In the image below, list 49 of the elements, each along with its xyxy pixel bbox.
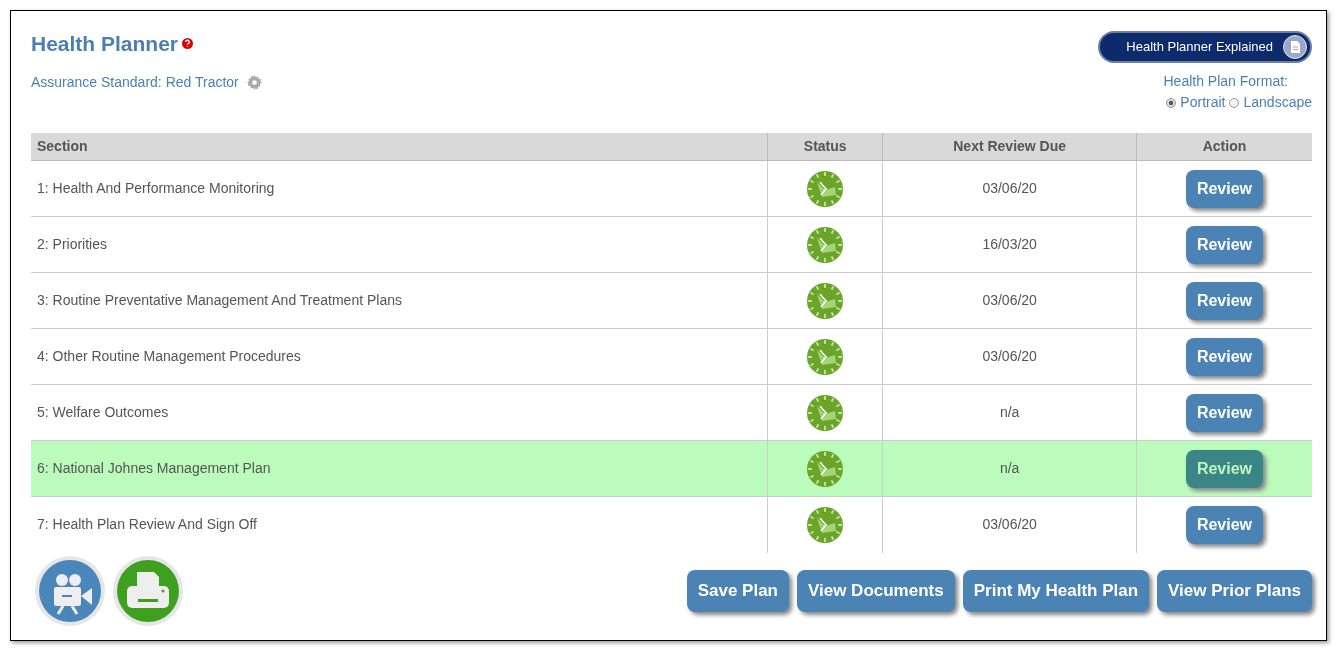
footer-button[interactable]: Save Plan: [686, 570, 789, 612]
video-camera-icon[interactable]: [35, 556, 105, 626]
page-title: Health Planner: [31, 31, 179, 57]
format-label: Health Plan Format:: [1163, 72, 1288, 91]
review-button[interactable]: Review: [1185, 393, 1264, 432]
review-date-cell: 16/03/20: [882, 216, 1137, 273]
footer-button[interactable]: View Prior Plans: [1157, 570, 1312, 612]
column-header: Status: [767, 133, 883, 161]
section-cell: 5: Welfare Outcomes: [31, 384, 768, 441]
review-button[interactable]: Review: [1185, 169, 1264, 208]
document-icon: [1283, 35, 1307, 59]
printer-icon[interactable]: [113, 556, 183, 626]
review-button[interactable]: Review: [1185, 449, 1264, 488]
section-cell: 4: Other Routine Management Procedures: [31, 328, 768, 385]
section-cell: 1: Health And Performance Monitoring: [31, 160, 768, 217]
column-header: Action: [1136, 133, 1312, 161]
status-clock-icon: [807, 226, 844, 263]
status-clock-icon: [807, 282, 844, 319]
status-clock-icon: [807, 450, 844, 487]
section-cell: 2: Priorities: [31, 216, 768, 273]
review-button[interactable]: Review: [1185, 505, 1264, 544]
settings-icon[interactable]: [246, 75, 262, 91]
radio-button[interactable]: [1166, 97, 1177, 108]
explained-button[interactable]: Health Planner Explained: [1098, 31, 1312, 63]
review-button[interactable]: Review: [1185, 281, 1264, 320]
footer-button[interactable]: Print My Health Plan: [962, 570, 1150, 612]
review-date-cell: 03/06/20: [882, 496, 1137, 553]
radio-button[interactable]: [1229, 97, 1240, 108]
section-cell: 3: Routine Preventative Management And Treatment Plans: [31, 272, 768, 329]
review-date-cell: 03/06/20: [882, 160, 1137, 217]
review-button[interactable]: Review: [1185, 337, 1264, 376]
status-clock-icon: [807, 394, 844, 431]
status-clock-icon: [807, 338, 844, 375]
section-cell: 6: National Johnes Management Plan: [31, 440, 768, 497]
assurance-standard: Assurance Standard: Red Tractor: [31, 73, 239, 93]
column-header: Next Review Due: [882, 133, 1137, 161]
status-clock-icon: [807, 170, 844, 207]
review-date-cell: n/a: [882, 440, 1137, 497]
radio-label[interactable]: Portrait: [1180, 92, 1226, 113]
review-date-cell: n/a: [882, 384, 1137, 441]
column-header: Section: [31, 133, 768, 161]
status-clock-icon: [807, 506, 844, 543]
radio-label[interactable]: Landscape: [1243, 92, 1312, 113]
footer-button[interactable]: View Documents: [796, 570, 955, 612]
section-cell: 7: Health Plan Review And Sign Off: [31, 496, 768, 553]
review-button[interactable]: Review: [1185, 225, 1264, 264]
review-date-cell: 03/06/20: [882, 328, 1137, 385]
review-date-cell: 03/06/20: [882, 272, 1137, 329]
help-icon[interactable]: [182, 38, 194, 50]
